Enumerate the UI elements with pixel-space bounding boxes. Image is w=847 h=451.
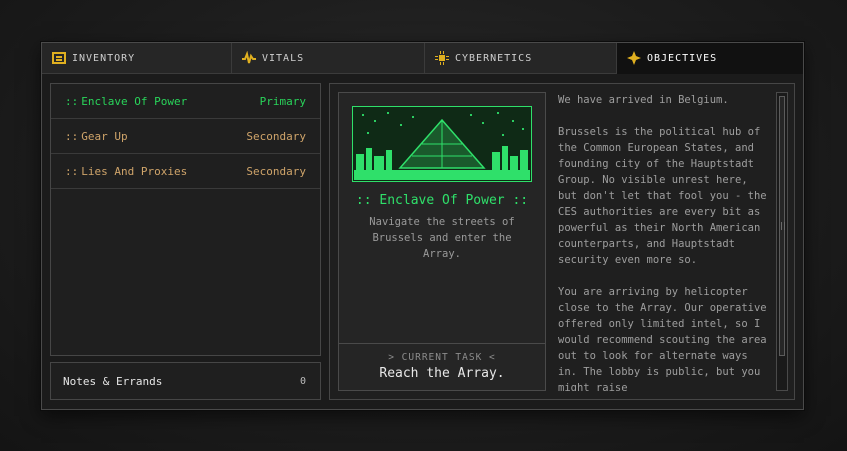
menu-panel: INVENTORY VITALS CYBERNETICS OBJECTIVES bbox=[41, 42, 804, 410]
objective-gear-up[interactable]: :: Gear Up Secondary bbox=[51, 119, 320, 154]
objective-description: Navigate the streets of Brussels and ent… bbox=[369, 216, 515, 260]
briefing-paragraph: Brussels is the political hub of the Com… bbox=[558, 126, 767, 266]
objective-name: Lies And Proxies bbox=[81, 164, 188, 178]
content-area: :: Enclave Of Power Primary :: Gear Up Sec… bbox=[42, 74, 803, 409]
tab-objectives[interactable]: OBJECTIVES bbox=[617, 43, 803, 74]
current-task-label: > CURRENT TASK < bbox=[388, 352, 496, 363]
scrollbar-thumb[interactable] bbox=[779, 96, 785, 356]
notes-errands-button[interactable]: Notes & Errands 0 bbox=[50, 362, 321, 400]
objective-prefix: :: bbox=[65, 94, 79, 108]
objective-name-wrap: :: Lies And Proxies bbox=[65, 165, 187, 178]
objective-prefix: :: bbox=[65, 164, 79, 178]
briefing-scrollbar[interactable] bbox=[776, 92, 788, 391]
objectives-list: :: Enclave Of Power Primary :: Gear Up Sec… bbox=[50, 83, 321, 356]
tab-objectives-label: OBJECTIVES bbox=[647, 52, 718, 64]
enclave-pixel-art-image bbox=[352, 106, 532, 182]
objective-name-wrap: :: Enclave Of Power bbox=[65, 95, 187, 108]
objective-name: Gear Up bbox=[81, 129, 128, 143]
tab-inventory[interactable]: INVENTORY bbox=[42, 43, 232, 73]
objective-type: Primary bbox=[259, 94, 306, 108]
notes-label: Notes & Errands bbox=[63, 374, 163, 388]
objective-prefix: :: bbox=[65, 129, 79, 143]
cybernetics-icon bbox=[435, 51, 449, 65]
objective-name-wrap: :: Gear Up bbox=[65, 130, 128, 143]
tab-bar: INVENTORY VITALS CYBERNETICS OBJECTIVES bbox=[42, 43, 803, 74]
objective-card: :: Enclave Of Power :: Navigate the stre… bbox=[338, 92, 546, 391]
current-task-box: > CURRENT TASK < Reach the Array. bbox=[339, 343, 545, 391]
tab-cybernetics[interactable]: CYBERNETICS bbox=[425, 43, 617, 73]
tab-cybernetics-label: CYBERNETICS bbox=[455, 52, 533, 64]
inventory-icon bbox=[52, 52, 66, 64]
grip-icon bbox=[781, 222, 785, 230]
tab-vitals-label: VITALS bbox=[262, 52, 305, 64]
objective-type: Secondary bbox=[246, 164, 306, 178]
vitals-icon bbox=[242, 51, 256, 64]
tab-inventory-label: INVENTORY bbox=[72, 52, 136, 64]
objective-enclave-of-power[interactable]: :: Enclave Of Power Primary bbox=[51, 84, 320, 119]
notes-count: 0 bbox=[299, 375, 306, 387]
current-task-value: Reach the Array. bbox=[379, 366, 505, 381]
objective-type: Secondary bbox=[246, 129, 306, 143]
objective-lies-and-proxies[interactable]: :: Lies And Proxies Secondary bbox=[51, 154, 320, 189]
briefing-text: We have arrived in Belgium. Brussels is … bbox=[558, 92, 768, 391]
briefing-paragraph: We have arrived in Belgium. bbox=[558, 94, 729, 106]
objective-title: :: Enclave Of Power :: bbox=[355, 193, 529, 208]
objective-detail: :: Enclave Of Power :: Navigate the stre… bbox=[329, 83, 795, 400]
objectives-icon bbox=[627, 51, 641, 65]
briefing-paragraph: You are arriving by helicopter close to … bbox=[558, 286, 767, 391]
tab-vitals[interactable]: VITALS bbox=[232, 43, 425, 73]
objective-name: Enclave Of Power bbox=[81, 94, 188, 108]
